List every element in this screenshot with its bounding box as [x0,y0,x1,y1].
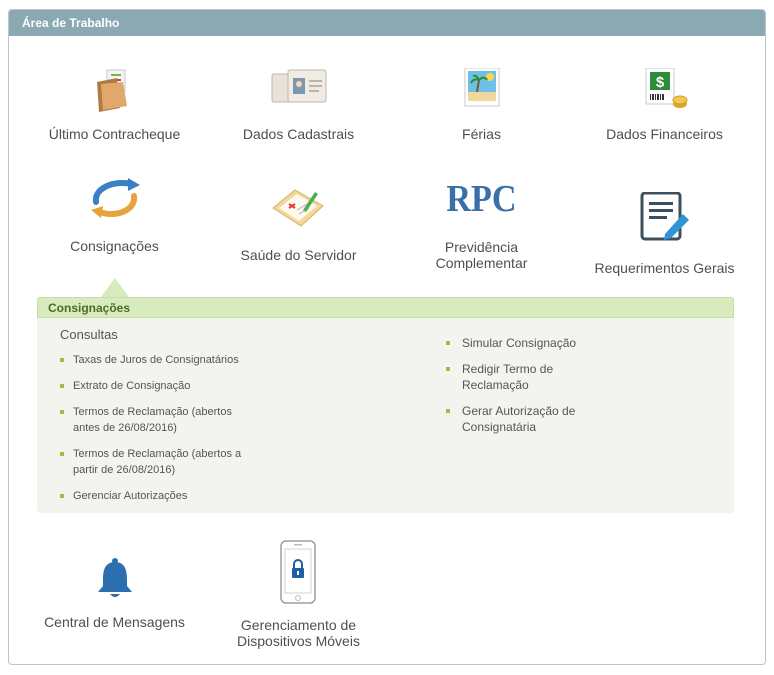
submenu-title: Consignações [37,297,734,318]
tile-label: Requerimentos Gerais [594,260,735,276]
tile-requerimentos-gerais[interactable]: Requerimentos Gerais [587,191,742,277]
menu-item-termos-apos[interactable]: Termos de Reclamação (abertos a partir d… [60,446,320,478]
consultas-title: Consultas [60,327,118,342]
folder-icon [93,68,133,115]
consultas-column: Consultas Taxas de Juros de Consignatári… [60,327,320,504]
tile-label: Último Contracheque [48,126,181,142]
menu-item-redigir-termo[interactable]: Redigir Termo de Reclamação [446,361,646,393]
svg-text:$: $ [656,74,665,91]
workspace-panel: Área de Trabalho Último Contracheque Dad… [8,9,766,665]
tile-saude-servidor[interactable]: Saúde do Servidor [221,186,376,271]
id-cards-icon [270,68,328,111]
tile-ultimo-contracheque[interactable]: Último Contracheque [37,68,192,148]
rpc-logo-icon: RPC [446,178,517,220]
tile-ferias[interactable]: Férias [404,67,559,148]
menu-item-simular[interactable]: Simular Consignação [446,335,646,351]
submenu-pointer [101,278,129,297]
menu-item-taxas-juros[interactable]: Taxas de Juros de Consignatários [60,352,320,368]
tile-label: Dados Cadastrais [242,126,355,142]
tile-label: Central de Mensagens [44,614,185,630]
phone-lock-icon [280,540,316,607]
circular-arrows-icon [88,176,142,223]
menu-item-gerenciar-autorizacoes[interactable]: Gerenciar Autorizações [60,488,320,504]
tile-central-mensagens[interactable]: Central de Mensagens [37,558,192,633]
tile-consignacoes[interactable]: Consignações [37,176,192,261]
document-edit-icon [639,191,691,245]
tile-dados-financeiros[interactable]: $ Dados Financeiros [587,67,742,148]
menu-item-termos-antes[interactable]: Termos de Reclamação (abertos antes de 2… [60,404,320,436]
tile-label: Férias [462,126,501,142]
panel-title: Área de Trabalho [9,10,765,36]
tile-label-line1: Previdência [444,239,519,255]
bell-icon [95,558,135,603]
beach-postcard-icon [464,67,500,111]
tile-label: Consignações [70,238,159,254]
tile-previdencia-complementar[interactable]: RPC Previdência Complementar [404,180,559,272]
menu-item-gerar-autorizacao[interactable]: Gerar Autorização de Consignatária [446,403,646,435]
tile-label-line2: Complementar [435,255,528,271]
tile-label: Saúde do Servidor [240,247,357,263]
tile-label-line2: Dispositivos Móveis [237,633,360,649]
tile-gerenciamento-dispositivos[interactable]: Gerenciamento de Dispositivos Móveis [221,540,376,650]
medical-form-icon [271,186,327,231]
consignacoes-submenu: Consignações Consultas Taxas de Juros de… [37,297,734,513]
money-document-icon: $ [644,67,688,113]
tile-label-line1: Gerenciamento de [240,617,357,633]
acoes-column: Simular Consignação Redigir Termo de Rec… [446,335,646,435]
menu-item-extrato[interactable]: Extrato de Consignação [60,378,320,394]
tile-dados-cadastrais[interactable]: Dados Cadastrais [221,68,376,148]
tile-label: Dados Financeiros [606,126,723,142]
